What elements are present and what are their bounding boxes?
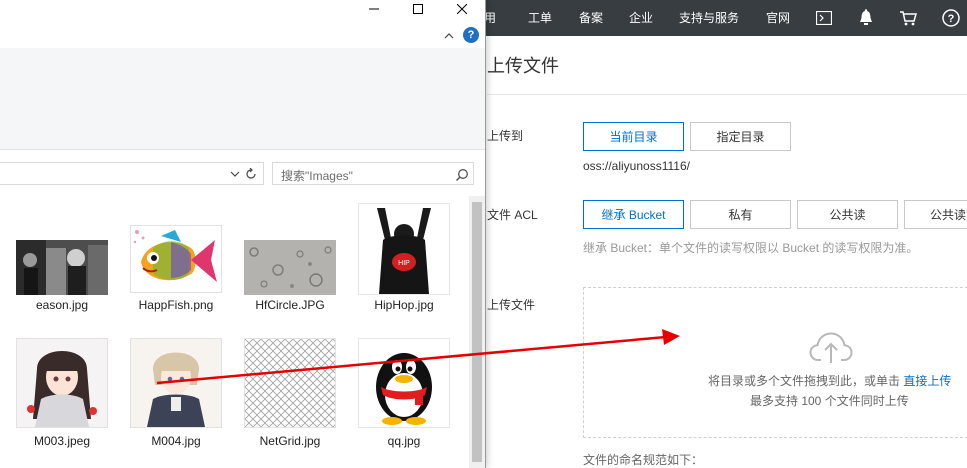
minimize-icon	[369, 8, 379, 10]
maximize-button[interactable]	[396, 0, 440, 18]
acl-public-read-button[interactable]: 公共读	[797, 200, 898, 229]
thumbnail-qq-penguin	[358, 338, 450, 428]
help-button[interactable]: ?	[463, 27, 479, 43]
file-name: M003.jpeg	[33, 434, 91, 448]
file-name: HappFish.png	[138, 298, 214, 312]
acl-public-read-write-button[interactable]: 公共读写	[904, 200, 967, 229]
file-picker-dialog: ? 搜索"Images" eason.jpg HappFish.png HfCi…	[0, 0, 486, 468]
chevron-up-icon	[444, 33, 454, 39]
file-item[interactable]: HfCircle.JPG	[235, 200, 345, 320]
svg-text:?: ?	[948, 13, 955, 25]
upload-file-label: 上传文件	[487, 298, 536, 312]
file-item[interactable]: M003.jpeg	[7, 338, 117, 458]
refresh-icon[interactable]	[244, 167, 258, 181]
nav-item-official-site[interactable]: 官网	[766, 0, 790, 36]
drop-text: 将目录或多个文件拖拽到此，或单击	[708, 374, 901, 388]
search-input[interactable]: 搜索"Images"	[272, 162, 474, 185]
address-bar[interactable]	[0, 162, 264, 185]
file-drop-zone[interactable]: 将目录或多个文件拖拽到此，或单击 直接上传 最多支持 100 个文件同时上传	[583, 287, 967, 438]
cloud-upload-icon	[809, 332, 853, 363]
thumbnail-grey-texture	[244, 240, 336, 295]
acl-private-button[interactable]: 私有	[690, 200, 791, 229]
cart-icon[interactable]	[894, 0, 922, 36]
upload-panel-title: 上传文件	[487, 56, 559, 76]
svg-text:HIP: HIP	[398, 260, 410, 267]
file-item[interactable]: NetGrid.jpg	[235, 338, 345, 458]
thumbnail-fish	[130, 225, 222, 293]
nav-item-ticket[interactable]: 工单	[528, 0, 552, 36]
nav-item-support[interactable]: 支持与服务	[679, 0, 739, 36]
upload-to-label: 上传到	[487, 129, 524, 143]
help-icon[interactable]: ?	[937, 0, 965, 36]
direct-upload-link[interactable]: 直接上传	[903, 374, 951, 388]
title-divider	[487, 94, 967, 95]
close-button[interactable]	[440, 0, 484, 18]
terminal-icon[interactable]	[810, 0, 838, 36]
vertical-scrollbar[interactable]	[469, 196, 485, 468]
file-name: M004.jpg	[151, 434, 201, 448]
ribbon-area	[0, 48, 485, 150]
current-directory-button[interactable]: 当前目录	[583, 122, 684, 151]
file-name: HipHop.jpg	[374, 298, 434, 312]
acl-inherit-bucket-button[interactable]: 继承 Bucket	[583, 200, 684, 229]
drop-limit-text: 最多支持 100 个文件同时上传	[750, 394, 909, 408]
destination-path: oss://aliyunoss1116/	[583, 159, 690, 173]
scrollbar-thumb[interactable]	[472, 202, 482, 462]
file-item[interactable]: M004.jpg	[121, 338, 231, 458]
search-icon[interactable]	[455, 168, 469, 182]
ribbon-collapse-button[interactable]	[441, 28, 457, 44]
file-item[interactable]: qq.jpg	[349, 338, 459, 458]
specified-directory-button[interactable]: 指定目录	[690, 122, 791, 151]
thumbnail-anime-girl	[16, 338, 108, 428]
file-item[interactable]: eason.jpg	[7, 200, 117, 320]
maximize-icon	[413, 4, 423, 14]
thumbnail-hiphop-figure: HIP	[358, 203, 450, 295]
file-acl-label: 文件 ACL	[487, 208, 538, 222]
bell-icon[interactable]	[852, 0, 880, 36]
file-name: qq.jpg	[387, 434, 421, 448]
minimize-button[interactable]	[352, 0, 396, 18]
file-name: HfCircle.JPG	[255, 298, 325, 312]
file-item[interactable]: HIP HipHop.jpg	[349, 200, 459, 320]
thumbnail-anime-boy	[130, 338, 222, 428]
naming-rules-note: 文件的命名规范如下：	[583, 453, 704, 467]
acl-hint-text: 继承 Bucket：单个文件的读写权限以 Bucket 的读写权限为准。	[583, 241, 919, 255]
nav-item-enterprise[interactable]: 企业	[629, 0, 653, 36]
thumbnail-net-grid	[244, 338, 336, 428]
file-name: eason.jpg	[35, 298, 89, 312]
question-mark-icon: ?	[467, 29, 475, 41]
search-placeholder: 搜索"Images"	[281, 169, 353, 183]
file-name: NetGrid.jpg	[259, 434, 321, 448]
nav-item-beian[interactable]: 备案	[579, 0, 603, 36]
close-icon	[457, 4, 467, 14]
thumbnail-bw-photo	[16, 240, 108, 295]
file-item[interactable]: HappFish.png	[121, 200, 231, 320]
chevron-down-icon[interactable]	[228, 167, 242, 181]
